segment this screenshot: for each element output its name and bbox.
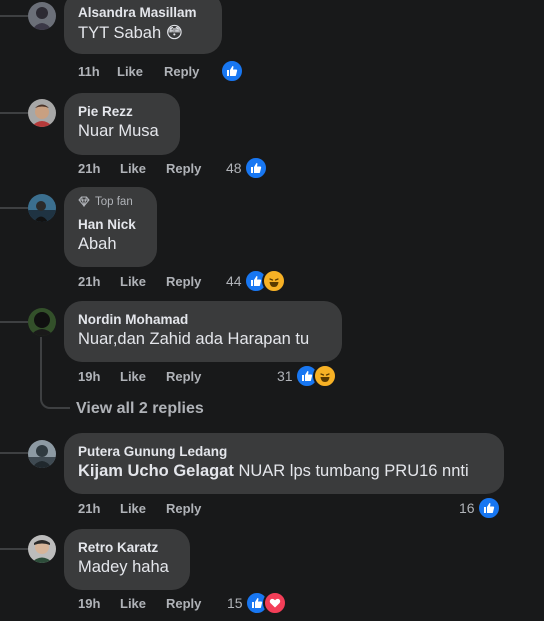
reply-button[interactable]: Reply: [166, 501, 201, 516]
comment-time[interactable]: 11h: [78, 64, 100, 79]
comment-bubble: Alsandra Masillam TYT Sabah 😳: [64, 0, 222, 54]
like-button[interactable]: Like: [120, 596, 146, 611]
reaction-summary[interactable]: 15: [227, 591, 287, 615]
comment-author[interactable]: Han Nick: [78, 217, 136, 232]
reply-button[interactable]: Reply: [166, 274, 201, 289]
reaction-count: 48: [226, 160, 242, 176]
diamond-icon: [78, 196, 90, 208]
comment-bubble: Nordin Mohamad Nuar,dan Zahid ada Harapa…: [64, 301, 342, 362]
comment-text: Kijam Ucho Gelagat NUAR lps tumbang PRU1…: [78, 462, 469, 480]
comment-time[interactable]: 19h: [78, 596, 100, 611]
thread-connector: [0, 452, 28, 454]
comment-text: Nuar Musa: [78, 122, 159, 140]
reply-button[interactable]: Reply: [166, 596, 201, 611]
reaction-summary[interactable]: 48: [226, 156, 268, 180]
comment-text: TYT Sabah 😳: [78, 24, 183, 42]
comment-bubble: Putera Gunung Ledang Kijam Ucho Gelagat …: [64, 433, 504, 494]
comment-time[interactable]: 21h: [78, 161, 100, 176]
comment-time[interactable]: 21h: [78, 274, 100, 289]
like-button[interactable]: Like: [120, 274, 146, 289]
avatar[interactable]: [28, 440, 56, 468]
reply-button[interactable]: Reply: [164, 64, 199, 79]
comment-bubble: Top fan Han Nick Abah: [64, 187, 157, 267]
comment-bubble: Pie Rezz Nuar Musa: [64, 93, 180, 155]
like-button[interactable]: Like: [117, 64, 143, 79]
reaction-count: 15: [227, 595, 243, 611]
avatar[interactable]: [28, 2, 56, 30]
avatar[interactable]: [28, 535, 56, 563]
reply-button[interactable]: Reply: [166, 161, 201, 176]
thread-connector: [0, 112, 28, 114]
comment-time[interactable]: 21h: [78, 501, 100, 516]
like-button[interactable]: Like: [120, 161, 146, 176]
haha-reaction-icon: [261, 269, 286, 293]
comment-text: Abah: [78, 235, 117, 253]
comment-text: Nuar,dan Zahid ada Harapan tu: [78, 330, 310, 348]
thread-connector: [0, 207, 28, 209]
view-replies-link[interactable]: View all 2 replies: [76, 400, 204, 418]
comment-author[interactable]: Putera Gunung Ledang: [78, 444, 227, 459]
reaction-summary[interactable]: 44: [226, 269, 286, 293]
reaction-summary[interactable]: [220, 59, 244, 83]
love-reaction-icon: [262, 591, 287, 615]
comment-author[interactable]: Pie Rezz: [78, 104, 133, 119]
thread-connector: [0, 321, 28, 323]
like-button[interactable]: Like: [120, 501, 146, 516]
comment-author[interactable]: Retro Karatz: [78, 540, 158, 555]
reaction-count: 31: [277, 368, 293, 384]
reaction-summary[interactable]: 16: [459, 496, 501, 520]
replies-thread-curve: [40, 395, 70, 409]
reaction-summary[interactable]: 31: [277, 364, 337, 388]
avatar[interactable]: [28, 308, 56, 336]
haha-reaction-icon: [312, 364, 337, 388]
like-button[interactable]: Like: [120, 369, 146, 384]
comment-author[interactable]: Nordin Mohamad: [78, 312, 188, 327]
avatar[interactable]: [28, 194, 56, 222]
like-reaction-icon: [476, 496, 501, 520]
thread-connector: [0, 15, 28, 17]
comment-bubble: Retro Karatz Madey haha: [64, 529, 190, 590]
comment-text: Madey haha: [78, 558, 169, 576]
top-fan-badge: Top fan: [78, 196, 133, 208]
comment-time[interactable]: 19h: [78, 369, 100, 384]
replies-thread-line: [40, 337, 42, 395]
reaction-count: 44: [226, 273, 242, 289]
reaction-count: 16: [459, 500, 475, 516]
comment-author[interactable]: Alsandra Masillam: [78, 5, 197, 20]
reply-button[interactable]: Reply: [166, 369, 201, 384]
like-reaction-icon: [220, 59, 244, 83]
thread-connector: [0, 548, 28, 550]
like-reaction-icon: [243, 156, 268, 180]
avatar[interactable]: [28, 99, 56, 127]
mention-tag[interactable]: Kijam Ucho Gelagat: [78, 462, 234, 480]
